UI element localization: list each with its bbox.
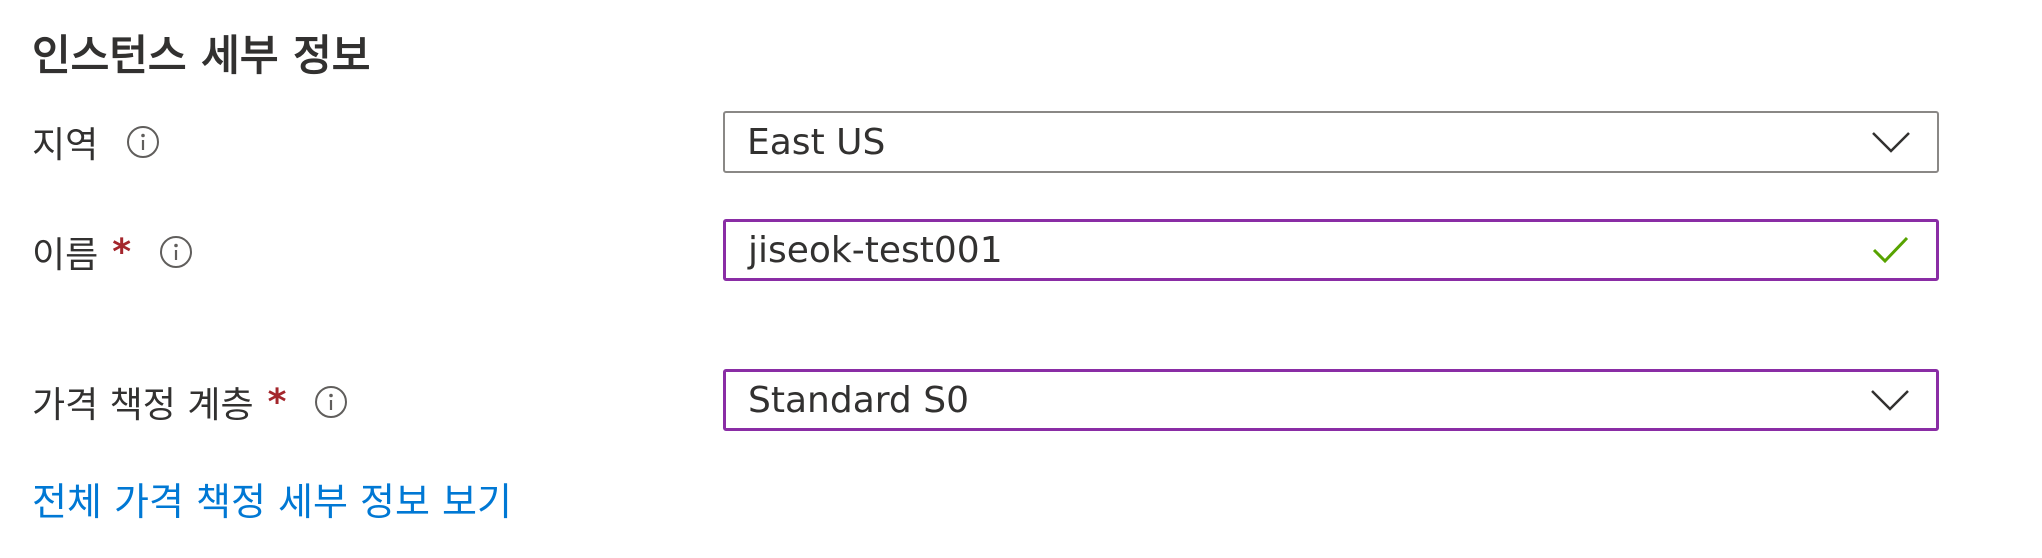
view-pricing-details-link[interactable]: 전체 가격 책정 세부 정보 보기 xyxy=(32,474,512,530)
info-icon[interactable] xyxy=(314,385,348,419)
region-label: 지역 xyxy=(32,125,99,166)
chevron-down-icon xyxy=(1868,378,1912,422)
pricing-tier-dropdown[interactable]: Standard S0 xyxy=(723,369,1939,431)
region-dropdown[interactable]: East US xyxy=(723,111,1939,173)
name-label: 이름 xyxy=(32,235,99,276)
region-value: East US xyxy=(747,121,886,163)
info-icon[interactable] xyxy=(159,235,193,269)
pricing-tier-label: 가격 책정 계층 xyxy=(32,385,254,426)
pricing-tier-value: Standard S0 xyxy=(748,379,969,421)
name-value: jiseok-test001 xyxy=(748,229,1003,271)
name-label-row: 이름 * xyxy=(32,220,193,284)
section-title: 인스턴스 세부 정보 xyxy=(32,31,371,80)
chevron-down-icon xyxy=(1869,120,1913,164)
region-label-row: 지역 xyxy=(32,110,160,174)
info-icon[interactable] xyxy=(126,125,160,159)
name-input[interactable]: jiseok-test001 xyxy=(723,219,1939,281)
required-marker: * xyxy=(112,231,132,273)
required-marker: * xyxy=(267,381,287,423)
pricing-tier-label-row: 가격 책정 계층 * xyxy=(32,370,348,434)
checkmark-icon xyxy=(1868,228,1912,272)
